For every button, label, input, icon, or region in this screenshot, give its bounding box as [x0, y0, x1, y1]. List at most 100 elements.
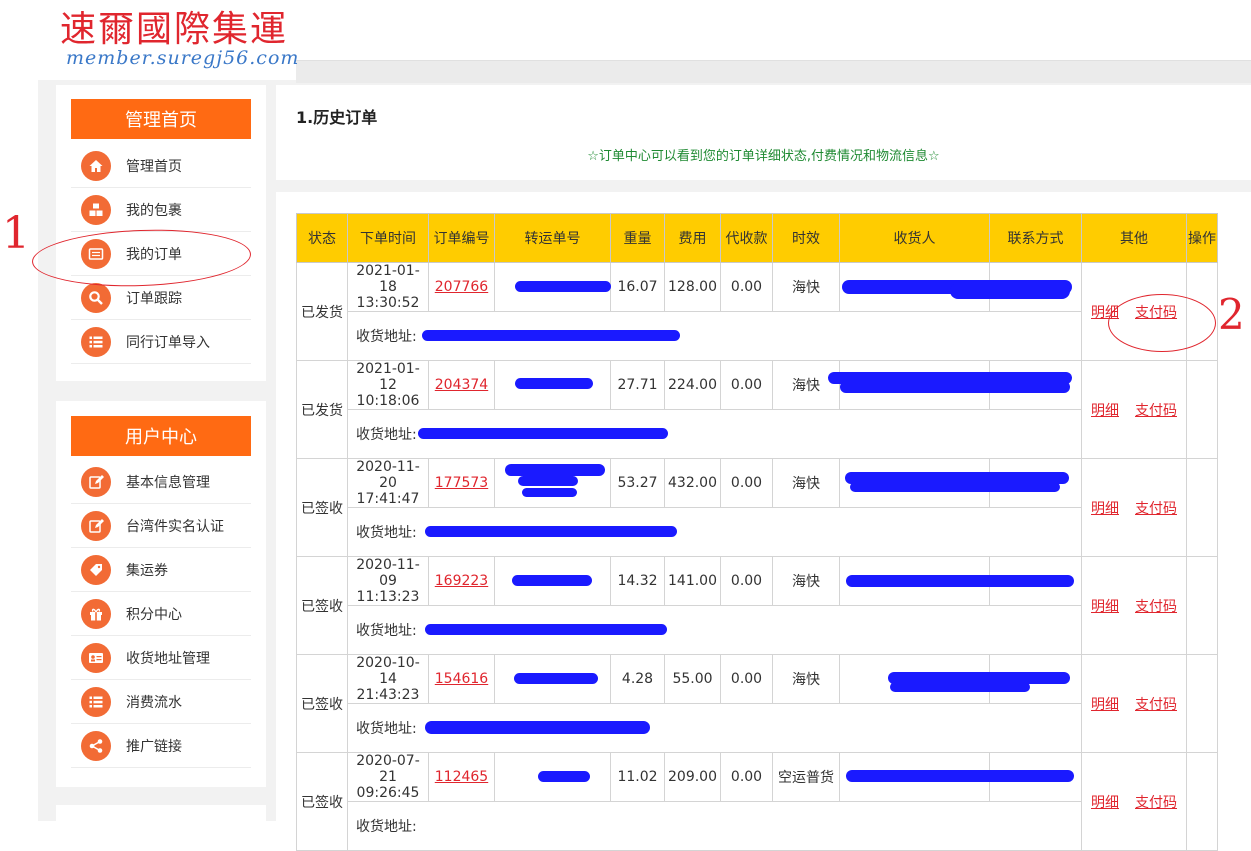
- column-header: 其他: [1081, 213, 1187, 263]
- column-header: 下单时间: [347, 213, 429, 263]
- sidebar-item-label: 基本信息管理: [126, 474, 210, 491]
- order-shipping-mode: 海快: [772, 262, 840, 312]
- order-actions: 明细 支付码: [1081, 556, 1187, 655]
- operation-cell: [1186, 654, 1218, 753]
- order-number-link[interactable]: 204374: [435, 377, 488, 393]
- order-time: 13:30:52: [356, 295, 420, 311]
- order-fee: 55.00: [664, 654, 721, 704]
- sidebar-item[interactable]: 管理首页: [71, 144, 251, 188]
- detail-link[interactable]: 明细: [1091, 697, 1119, 713]
- order-cod: 0.00: [720, 752, 773, 802]
- order-shipping-mode: 空运普货: [772, 752, 840, 802]
- order-number-link[interactable]: 112465: [435, 769, 488, 785]
- tag-icon: [81, 554, 111, 585]
- share-icon: [81, 730, 111, 761]
- pay-code-link[interactable]: 支付码: [1135, 599, 1177, 615]
- sidebar-item[interactable]: 我的包裹: [71, 188, 251, 232]
- order-datetime: 2020-11-20 17:41:47: [347, 458, 429, 508]
- notice-text: ☆订单中心可以看到您的订单详细状态,付费情况和物流信息☆: [587, 149, 940, 164]
- table-row: 已发货 2021-01-12 10:18:06 204374 27.71 224.00 0.…: [296, 360, 1218, 459]
- order-date: 2021-01-12: [356, 361, 420, 393]
- order-time: 10:18:06: [356, 393, 420, 409]
- order-date: 2021-01-18: [356, 263, 420, 295]
- order-date: 2020-07-21: [356, 753, 420, 785]
- order-shipping-mode: 海快: [772, 360, 840, 410]
- order-time: 11:13:23: [356, 589, 420, 605]
- order-number-link[interactable]: 169223: [435, 573, 488, 589]
- order-weight: 27.71: [610, 360, 665, 410]
- order-number-link[interactable]: 207766: [435, 279, 488, 295]
- order-fee: 141.00: [664, 556, 721, 606]
- order-status: 已签收: [296, 556, 348, 655]
- order-fee: 128.00: [664, 262, 721, 312]
- sidebar-item[interactable]: 台湾件实名认证: [71, 504, 251, 548]
- order-actions: 明细 支付码: [1081, 654, 1187, 753]
- sidebar-item-label: 积分中心: [126, 606, 182, 623]
- sidebar-item-label: 订单跟踪: [126, 290, 182, 307]
- table-row: 已发货 2021-01-18 13:30:52 207766 16.07 128.00 0.…: [296, 262, 1218, 361]
- pay-code-link[interactable]: 支付码: [1135, 501, 1177, 517]
- annotation-mark-2: 2: [1218, 290, 1245, 339]
- order-actions: 明细 支付码: [1081, 752, 1187, 851]
- logo-domain: member.suregj56.com: [66, 47, 300, 69]
- order-datetime: 2020-07-21 09:26:45: [347, 752, 429, 802]
- detail-link[interactable]: 明细: [1091, 599, 1119, 615]
- order-cod: 0.00: [720, 458, 773, 508]
- order-actions: 明细 支付码: [1081, 458, 1187, 557]
- order-number-cell: 169223: [428, 556, 495, 606]
- main-header-panel: [276, 85, 1251, 180]
- table-row: 已签收 2020-10-14 21:43:23 154616 4.28 55.00 0.00…: [296, 654, 1218, 753]
- pay-code-link[interactable]: 支付码: [1135, 697, 1177, 713]
- list-icon: [81, 326, 111, 357]
- order-shipping-mode: 海快: [772, 458, 840, 508]
- column-header: 重量: [610, 213, 665, 263]
- order-datetime: 2021-01-18 13:30:52: [347, 262, 429, 312]
- order-weight: 4.28: [610, 654, 665, 704]
- sidebar-user-center-panel: 用户中心 基本信息管理 台湾件实名认证 集运券 积分中心 收货地址管理 消费流水 推广链接: [56, 401, 266, 787]
- sidebar-item[interactable]: 积分中心: [71, 592, 251, 636]
- sidebar-item[interactable]: 同行订单导入: [71, 320, 251, 364]
- order-time: 17:41:47: [356, 491, 420, 507]
- order-number-cell: 204374: [428, 360, 495, 410]
- order-shipping-mode: 海快: [772, 556, 840, 606]
- column-header: 订单编号: [428, 213, 495, 263]
- operation-cell: [1186, 752, 1218, 851]
- pay-code-link[interactable]: 支付码: [1135, 795, 1177, 811]
- sidebar-item[interactable]: 收货地址管理: [71, 636, 251, 680]
- order-shipping-mode: 海快: [772, 654, 840, 704]
- column-header: 代收款: [720, 213, 773, 263]
- shipping-address: 收货地址:: [347, 801, 1082, 851]
- sidebar-item-label: 台湾件实名认证: [126, 518, 224, 535]
- detail-link[interactable]: 明细: [1091, 403, 1119, 419]
- order-datetime: 2020-11-09 11:13:23: [347, 556, 429, 606]
- address-card-icon: [81, 642, 111, 673]
- detail-link[interactable]: 明细: [1091, 501, 1119, 517]
- sidebar-item[interactable]: 集运券: [71, 548, 251, 592]
- order-number-cell: 154616: [428, 654, 495, 704]
- sidebar-management-title: 管理首页: [71, 99, 251, 139]
- sidebar-item[interactable]: 消费流水: [71, 680, 251, 724]
- pay-code-link[interactable]: 支付码: [1135, 403, 1177, 419]
- sidebar-item-label: 管理首页: [126, 158, 182, 175]
- sidebar-extra-panel: [56, 805, 266, 821]
- boxes-icon: [81, 194, 111, 225]
- operation-cell: [1186, 458, 1218, 557]
- sidebar-item[interactable]: 推广链接: [71, 724, 251, 768]
- order-status: 已签收: [296, 752, 348, 851]
- order-number-cell: 177573: [428, 458, 495, 508]
- sidebar-item-label: 消费流水: [126, 694, 182, 711]
- order-cod: 0.00: [720, 654, 773, 704]
- order-weight: 11.02: [610, 752, 665, 802]
- order-datetime: 2021-01-12 10:18:06: [347, 360, 429, 410]
- gift-icon: [81, 598, 111, 629]
- column-header: 时效: [772, 213, 840, 263]
- sidebar-item[interactable]: 基本信息管理: [71, 460, 251, 504]
- order-fee: 209.00: [664, 752, 721, 802]
- home-icon: [81, 150, 111, 181]
- order-number-link[interactable]: 154616: [435, 671, 488, 687]
- top-bar: [296, 60, 1251, 83]
- order-number-link[interactable]: 177573: [435, 475, 488, 491]
- site-logo[interactable]: 速爾國際集運 member.suregj56.com: [0, 0, 300, 80]
- logo-text-cn: 速爾國際集運: [60, 9, 289, 50]
- detail-link[interactable]: 明细: [1091, 795, 1119, 811]
